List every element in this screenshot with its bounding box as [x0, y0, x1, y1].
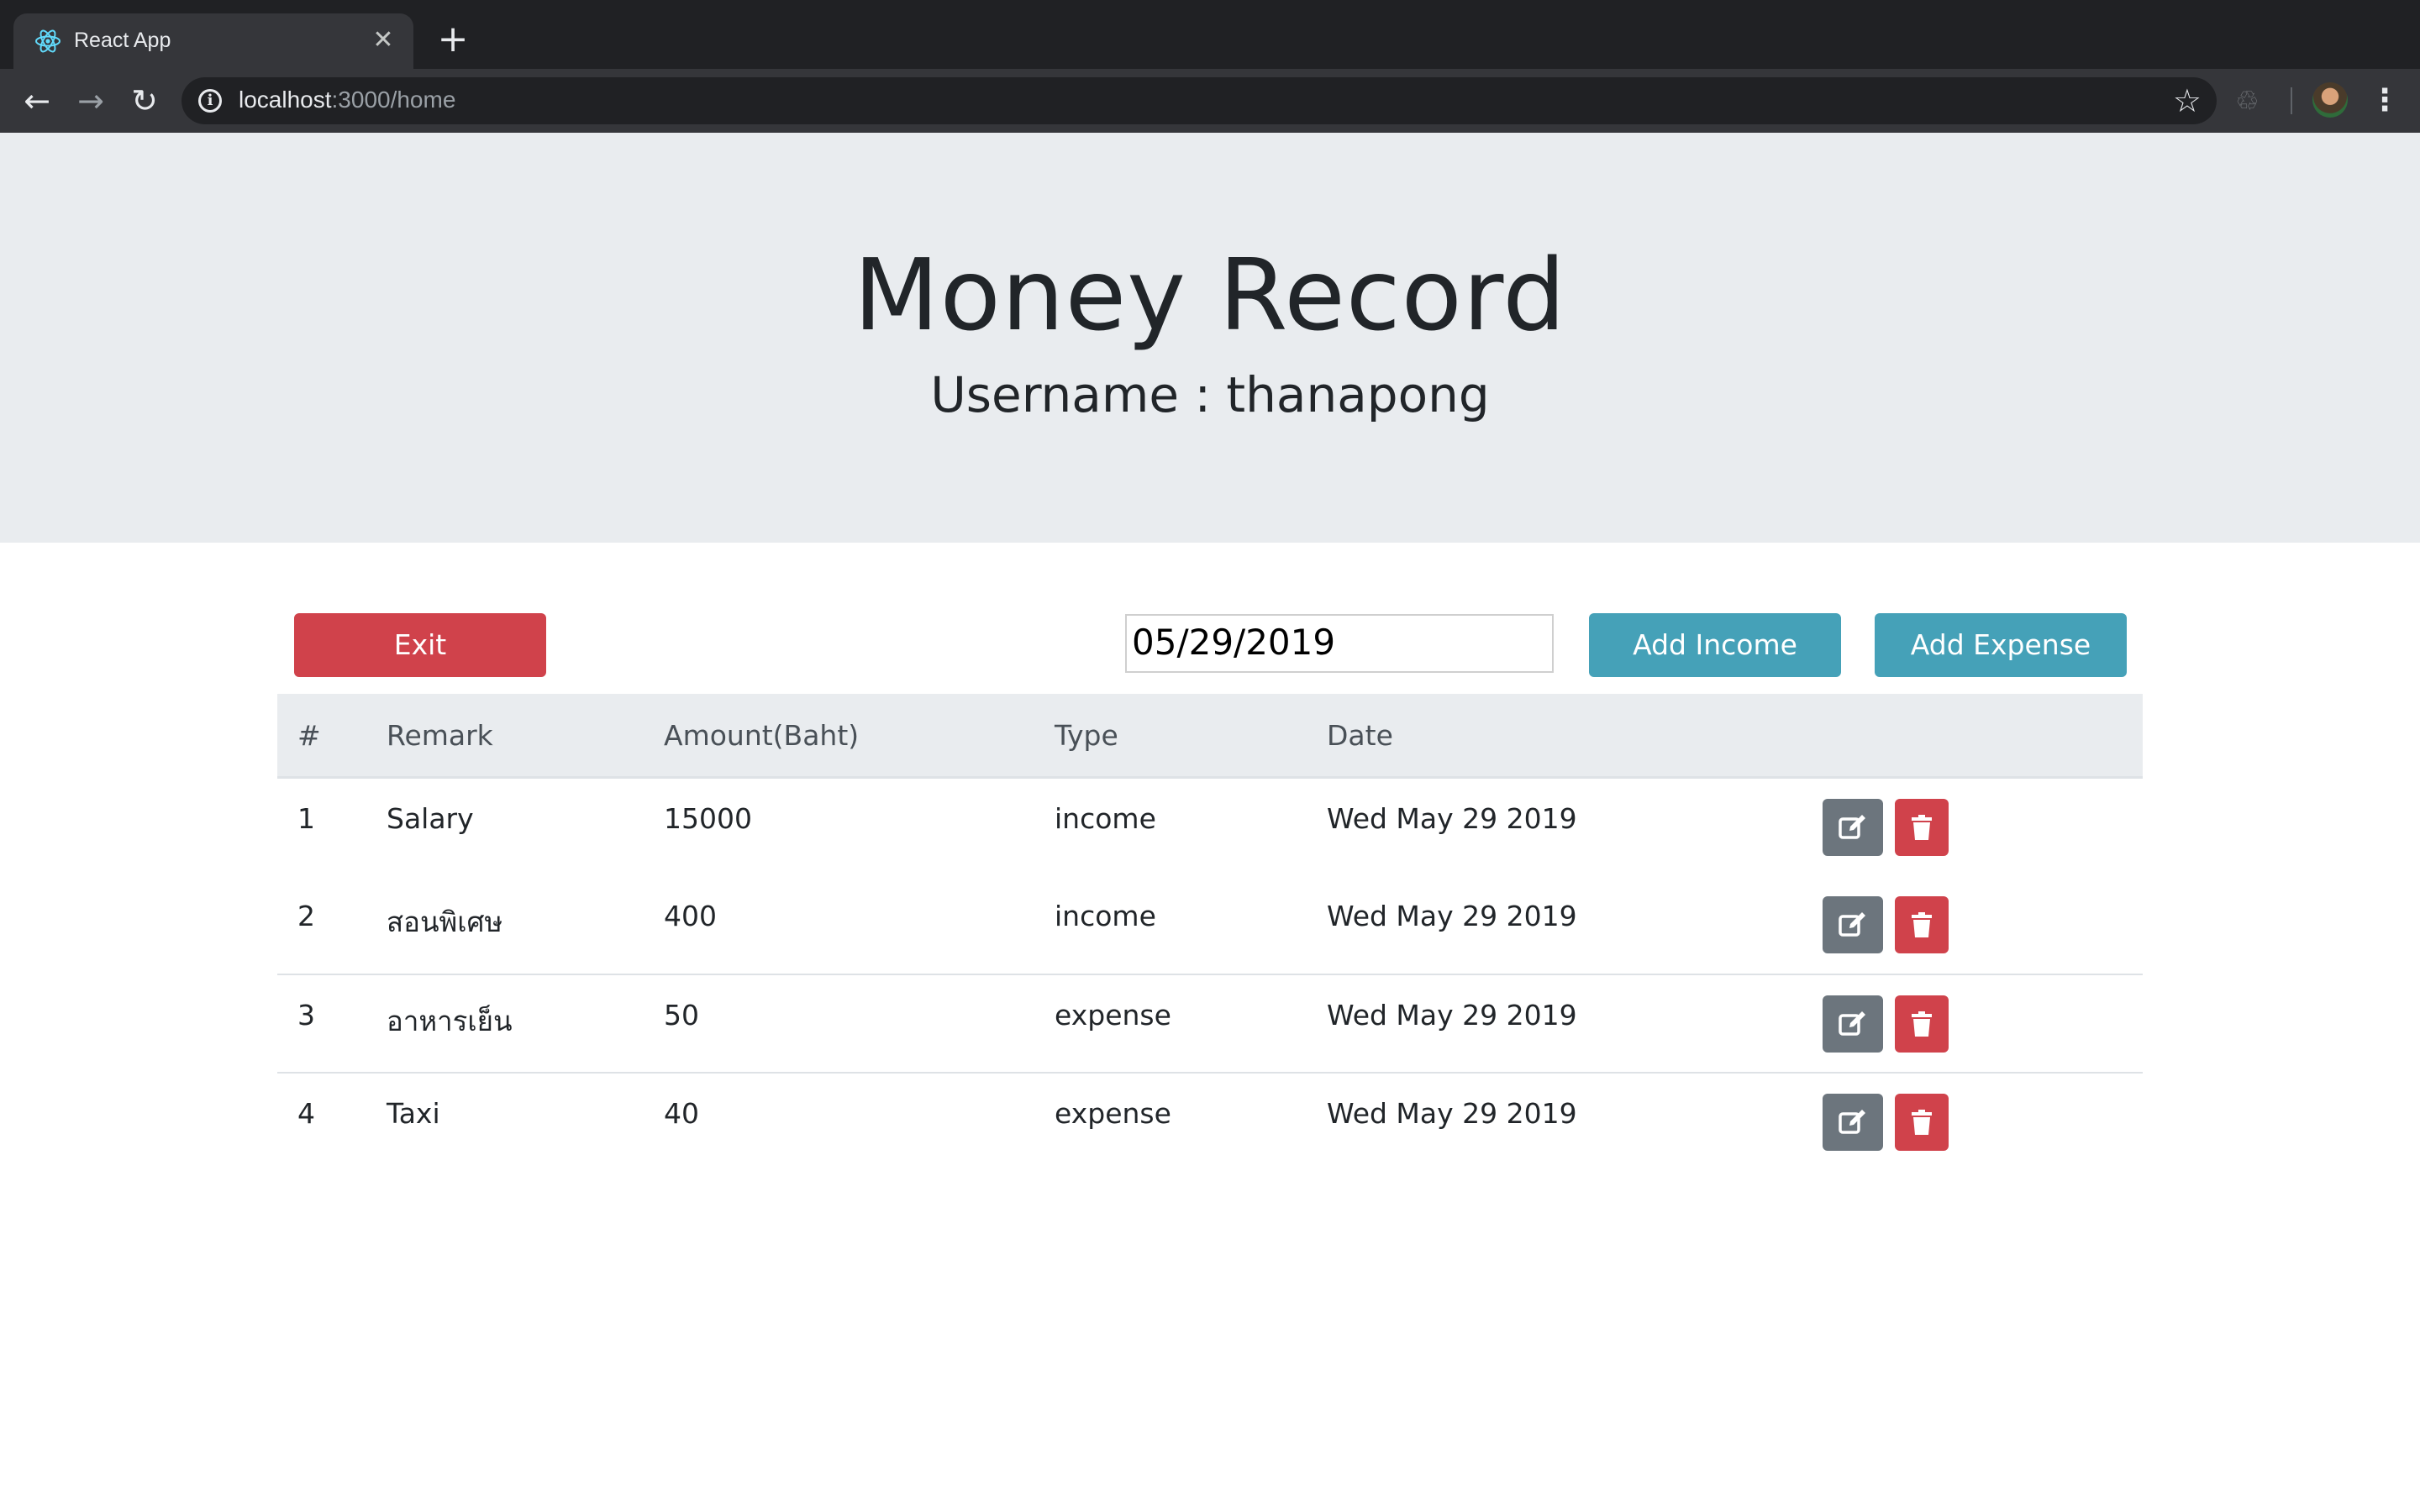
exit-button[interactable]: Exit: [294, 613, 546, 677]
header-jumbotron: Money Record Username : thanapong: [0, 133, 2420, 543]
row-remark: Taxi: [387, 1071, 664, 1171]
extension-icon[interactable]: ♲: [2235, 84, 2260, 118]
date-input[interactable]: 05/29/2019: [1125, 614, 1554, 673]
pencil-square-icon: [1839, 911, 1865, 937]
table-row: 3 อาหารเย็น 50 expense Wed May 29 2019: [277, 973, 2143, 1073]
pencil-square-icon: [1839, 1109, 1865, 1134]
trash-icon: [1912, 1109, 1932, 1135]
username-label: Username : thanapong: [930, 366, 1490, 423]
react-logo-icon: [35, 29, 60, 53]
toolbar-divider: [2291, 87, 2292, 114]
row-date: Wed May 29 2019: [1327, 1071, 1823, 1171]
row-actions: [1823, 876, 2143, 974]
table-row: 1 Salary 15000 income Wed May 29 2019: [277, 776, 2143, 876]
delete-button[interactable]: [1895, 799, 1949, 856]
table-row: 4 Taxi 40 expense Wed May 29 2019: [277, 1071, 2143, 1171]
trash-icon: [1912, 1011, 1932, 1037]
edit-button[interactable]: [1823, 799, 1883, 856]
row-number: 2: [297, 899, 315, 932]
column-header-remark: Remark: [387, 694, 664, 779]
forward-arrow-icon[interactable]: →: [71, 81, 111, 121]
column-header-amount: Amount(Baht): [664, 694, 1055, 779]
delete-button[interactable]: [1895, 895, 1949, 953]
column-header-actions: [1823, 694, 2143, 779]
close-tab-icon[interactable]: ✕: [368, 25, 398, 55]
edit-button[interactable]: [1823, 1093, 1883, 1151]
row-remark: สอนพิเศษ: [387, 905, 503, 938]
browser-toolbar: ← → ↻ i localhost:3000/home ☆ ♲ ⋮: [0, 69, 2420, 133]
delete-button[interactable]: [1895, 1093, 1949, 1151]
back-arrow-icon[interactable]: ←: [17, 81, 57, 121]
records-table: # Remark Amount(Baht) Type Date 1 Salary…: [277, 694, 2143, 1171]
row-number: 3: [277, 973, 387, 1073]
row-actions: [1823, 1071, 2143, 1171]
row-number: 4: [277, 1071, 387, 1171]
column-header-number: #: [277, 694, 387, 779]
url-path: :3000/home: [331, 87, 456, 113]
row-actions: [1823, 776, 2143, 876]
row-type: income: [1055, 899, 1156, 932]
row-amount: 40: [664, 1071, 1055, 1171]
row-date: Wed May 29 2019: [1327, 776, 1823, 876]
browser-tab-strip: React App ✕ +: [0, 0, 2420, 69]
bookmark-star-icon[interactable]: ☆: [2173, 82, 2202, 119]
column-header-date: Date: [1327, 694, 1823, 779]
row-number: 1: [277, 776, 387, 876]
info-icon[interactable]: i: [198, 89, 222, 113]
edit-button[interactable]: [1823, 895, 1883, 953]
add-income-button[interactable]: Add Income: [1589, 613, 1841, 677]
row-amount: 15000: [664, 776, 1055, 876]
row-date: Wed May 29 2019: [1327, 973, 1823, 1073]
pencil-square-icon: [1839, 815, 1865, 839]
table-header-row: # Remark Amount(Baht) Type Date: [277, 694, 2143, 779]
trash-icon: [1912, 911, 1932, 937]
edit-button[interactable]: [1823, 995, 1883, 1053]
row-actions: [1823, 973, 2143, 1073]
new-tab-button[interactable]: +: [435, 21, 471, 58]
address-bar[interactable]: i localhost:3000/home ☆: [182, 77, 2217, 124]
row-type: expense: [1055, 973, 1327, 1073]
row-remark: Salary: [387, 776, 664, 876]
row-amount: 50: [664, 973, 1055, 1073]
url-text: localhost:3000/home: [239, 87, 455, 113]
url-host: localhost: [239, 87, 332, 113]
row-type: income: [1055, 776, 1327, 876]
trash-icon: [1912, 815, 1932, 840]
pencil-square-icon: [1839, 1011, 1865, 1036]
reload-icon[interactable]: ↻: [124, 81, 165, 121]
profile-avatar[interactable]: [2312, 82, 2348, 118]
row-type: expense: [1055, 1071, 1327, 1171]
tab-title: React App: [74, 29, 171, 52]
delete-button[interactable]: [1895, 995, 1949, 1053]
browser-tab[interactable]: React App ✕: [13, 13, 413, 69]
column-header-type: Type: [1055, 694, 1327, 779]
page-title: Money Record: [853, 237, 1567, 353]
row-amount: 400: [664, 899, 717, 932]
add-expense-button[interactable]: Add Expense: [1875, 613, 2127, 677]
table-row: 2 สอนพิเศษ 400 income Wed May 29 2019: [277, 876, 2143, 974]
more-menu-icon[interactable]: ⋮: [2370, 81, 2400, 121]
row-remark: อาหารเย็น: [387, 973, 664, 1073]
row-date: Wed May 29 2019: [1327, 899, 1577, 932]
